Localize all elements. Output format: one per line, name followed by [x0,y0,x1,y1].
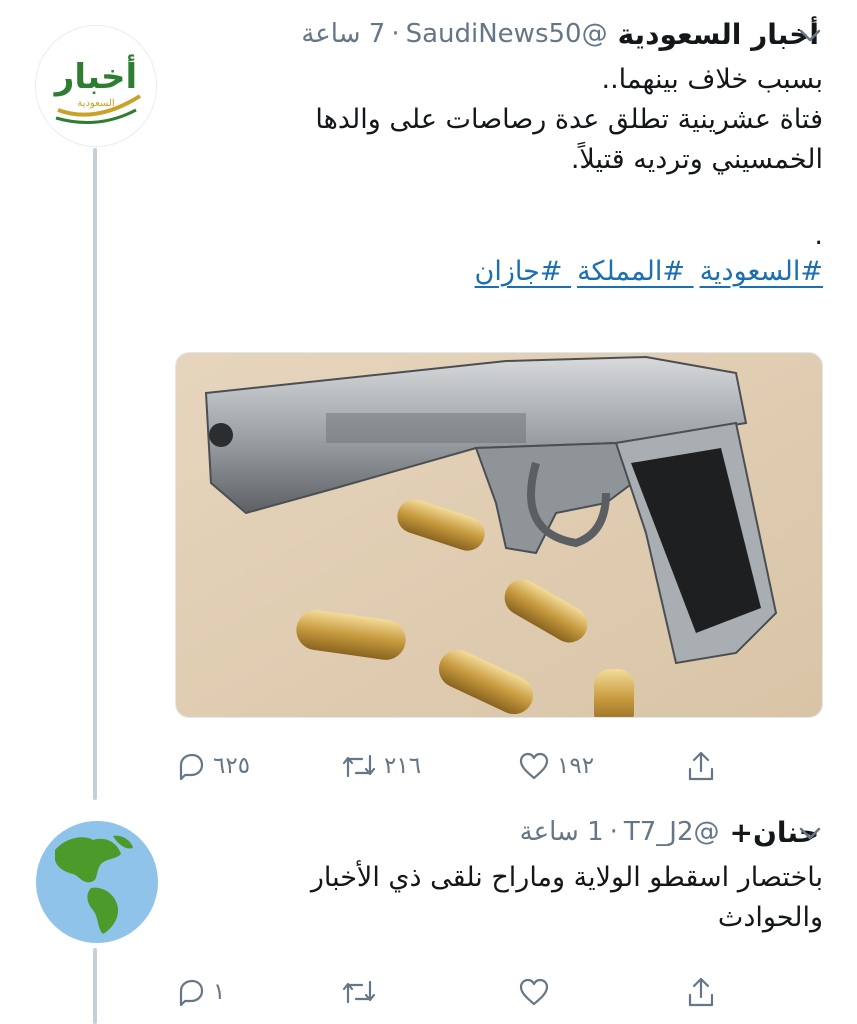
saudi-news-logo-icon: أخبار السعودية [36,26,156,146]
reply-count: ٦٢٥ [213,753,251,779]
chevron-down-icon[interactable] [795,818,825,848]
hashtag-link[interactable]: #المملكة [577,256,685,287]
tweet-action-bar: ٦٢٥ ٢١٦ ١٩٢ [175,744,815,788]
like-button[interactable]: ١٩٢ [517,744,594,788]
reply-button[interactable]: ٦٢٥ [175,744,250,788]
tweet-line: . [814,220,823,251]
share-icon [688,977,714,1007]
chevron-down-icon[interactable] [795,20,825,50]
heart-icon [519,752,549,780]
logo-wordmark: أخبار [53,54,137,97]
share-icon [688,751,714,781]
hashtag-list: #السعودية #المملكة #جازان [183,252,823,292]
user-handle[interactable]: @SaudiNews50 [406,19,608,49]
tweet-header: حنان+ @T7_J2 · 1 ساعة [179,812,819,852]
reply-icon [179,979,204,1007]
retweet-icon [342,980,376,1004]
separator-dot: · [609,817,618,847]
reply-icon [179,753,204,781]
heart-icon [519,978,549,1006]
retweet-count: ٢١٦ [384,753,422,779]
tweet-body: باختصار اسقطو الولاية وماراح نلقى ذي الأ… [183,858,823,938]
tweet-action-bar: ١ [175,970,815,1014]
timestamp[interactable]: 7 ساعة [301,19,385,49]
tweet-line [183,180,823,220]
share-button[interactable] [685,744,717,788]
tweet-line: والحوادث [717,902,823,933]
tweet-media-image[interactable] [175,352,823,718]
globe-americas-icon [36,821,158,943]
tweet-header: أخبار السعودية @SaudiNews50 · 7 ساعة [179,14,819,54]
thread-connector-line-lower [93,948,97,1024]
thread-connector-line [93,148,97,800]
reply-count: ١ [213,979,226,1005]
logo-subtext: السعودية [77,98,114,109]
retweet-button[interactable]: ٢١٦ [340,744,421,788]
pistol-photo-icon [176,353,822,717]
tweet-line: باختصار اسقطو الولاية وماراح نلقى ذي الأ… [310,862,823,893]
reply-button[interactable]: ١ [175,970,225,1014]
hashtag-link[interactable]: #جازان [475,256,563,287]
avatar[interactable] [35,820,159,944]
like-button[interactable] [517,970,557,1014]
separator-dot: · [391,19,400,49]
timestamp[interactable]: 1 ساعة [520,817,604,847]
avatar[interactable]: أخبار السعودية [35,25,157,147]
retweet-button[interactable] [340,970,384,1014]
tweet-body: بسبب خلاف بينهما.. فتاة عشرينية تطلق عدة… [183,60,823,292]
retweet-icon [342,754,376,778]
tweet-line: الخمسيني وترديه قتيلاً. [570,144,823,175]
tweet-line: فتاة عشرينية تطلق عدة رصاصات على والدها [315,104,823,135]
tweet-line: بسبب خلاف بينهما.. [601,64,823,95]
display-name[interactable]: أخبار السعودية [618,18,819,51]
hashtag-link[interactable]: #السعودية [700,256,823,287]
like-count: ١٩٢ [557,753,595,779]
share-button[interactable] [685,970,717,1014]
user-handle[interactable]: @T7_J2 [624,817,720,847]
